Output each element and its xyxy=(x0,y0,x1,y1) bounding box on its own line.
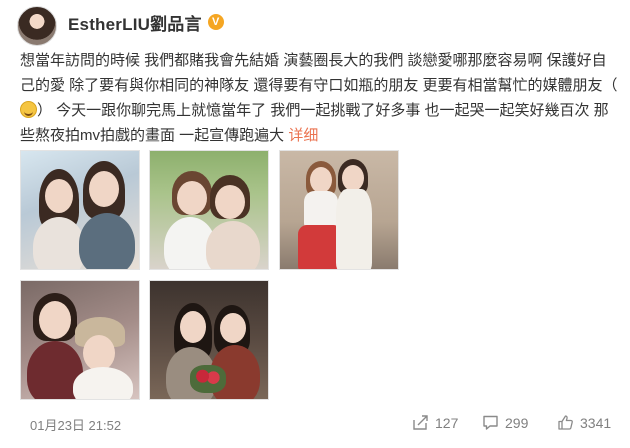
photo-person-face xyxy=(83,335,115,371)
post-header: EstherLIU劉品言 V xyxy=(68,10,224,34)
post-photo-3[interactable] xyxy=(279,150,399,270)
photo-person-face xyxy=(215,185,245,219)
post-photo-1[interactable] xyxy=(20,150,140,270)
photo-person-body xyxy=(33,217,85,269)
photo-person-face xyxy=(39,301,71,339)
share-button[interactable]: 127 xyxy=(412,414,458,431)
photo-person-body xyxy=(79,213,135,269)
photo-person-top xyxy=(304,191,338,227)
photo-person-face xyxy=(180,311,206,343)
photo-person-face xyxy=(220,313,246,343)
flower-bouquet xyxy=(190,365,226,393)
read-more-link[interactable]: 详细 xyxy=(288,127,318,144)
author-avatar[interactable] xyxy=(17,6,57,46)
post-photo-2[interactable] xyxy=(149,150,269,270)
like-button[interactable]: 3341 xyxy=(557,414,611,431)
like-count: 3341 xyxy=(580,414,612,431)
post-text-part-1: 想當年訪問的時候 我們都賭我會先結婚 演藝圈長大的我們 談戀愛哪那麼容易啊 保護… xyxy=(20,52,618,94)
verified-badge-icon: V xyxy=(207,14,224,30)
post-footer: 01月23日 21:52 127 299 3341 xyxy=(0,410,630,440)
photo-person-body xyxy=(73,367,133,399)
comment-icon xyxy=(483,415,498,430)
photo-person-face xyxy=(45,179,73,213)
photo-person-face xyxy=(177,181,207,215)
post-photo-4[interactable] xyxy=(20,280,140,400)
photo-person-body xyxy=(206,221,260,269)
post-text: 想當年訪問的時候 我們都賭我會先結婚 演藝圈長大的我們 談戀愛哪那麼容易啊 保護… xyxy=(20,48,618,148)
user-avatar-icon xyxy=(17,6,57,46)
photo-person-face xyxy=(89,171,119,207)
comment-count: 299 xyxy=(505,414,529,431)
author-name[interactable]: EstherLIU劉品言 xyxy=(68,10,202,35)
share-icon xyxy=(413,415,428,430)
photo-person-face xyxy=(310,167,332,193)
comment-button[interactable]: 299 xyxy=(482,414,528,431)
share-count: 127 xyxy=(435,414,459,431)
post-photo-5[interactable] xyxy=(149,280,269,400)
photo-person-face xyxy=(342,165,364,191)
photo-person-body xyxy=(336,189,372,269)
thumbs-up-icon xyxy=(558,415,573,430)
post-timestamp[interactable]: 01月23日 21:52 xyxy=(30,415,121,434)
laughing-emoji-icon xyxy=(20,101,37,118)
